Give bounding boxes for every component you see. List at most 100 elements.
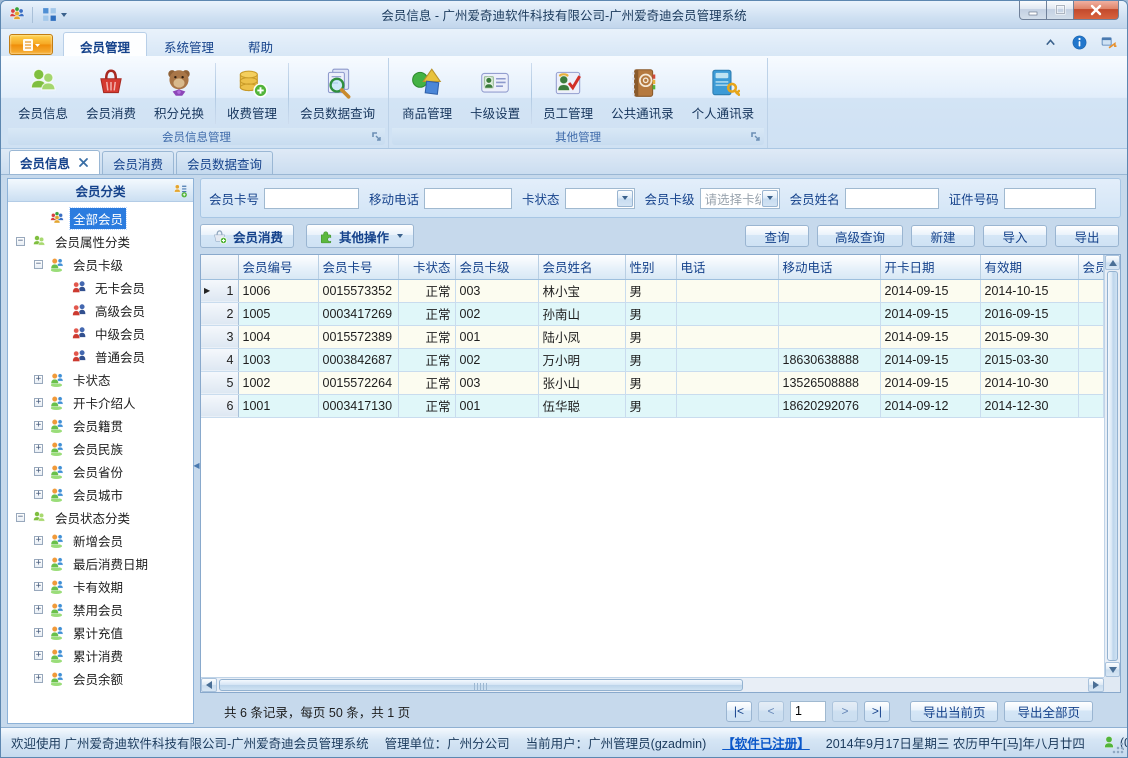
export-all-pages-button[interactable]: 导出全部页 [1004, 700, 1093, 722]
grid-cell[interactable] [778, 279, 881, 303]
coins-button[interactable]: 收费管理 [218, 60, 286, 127]
horizontal-scrollbar[interactable] [201, 677, 1104, 692]
menu-tab-help[interactable]: 帮助 [231, 32, 290, 56]
minimize-button[interactable] [1019, 1, 1047, 20]
tree-expander-icon[interactable]: + [34, 651, 43, 660]
tree-expander-icon[interactable]: − [34, 260, 43, 269]
tree-item-8[interactable]: + 开卡介绍人 [8, 391, 193, 414]
grid-cell[interactable]: 001 [455, 394, 539, 418]
grid-cell[interactable]: 陆小凤 [538, 325, 626, 349]
grid-cell[interactable]: 001 [455, 325, 539, 349]
close-button[interactable] [1074, 1, 1119, 20]
tree-expander-icon[interactable]: + [34, 375, 43, 384]
tree-expander-icon[interactable]: + [34, 559, 43, 568]
goods-button[interactable]: 商品管理 [393, 60, 461, 127]
scroll-right-arrow[interactable] [1088, 678, 1104, 692]
grid-cell[interactable]: 男 [625, 348, 677, 372]
grid-cell[interactable]: 1005 [238, 302, 319, 326]
doc-tab-2[interactable]: 会员数据查询 [176, 151, 274, 174]
grid-cell[interactable]: 男 [625, 279, 677, 303]
tree-expander-icon[interactable]: + [34, 628, 43, 637]
next-page-button[interactable]: > [831, 700, 858, 722]
grid-cell[interactable] [778, 325, 881, 349]
tree-item-10[interactable]: + 会员民族 [8, 437, 193, 460]
table-row[interactable]: 2 1005 0003417269 正常 002 孙南山男 2014-09-15 2016-0… [201, 302, 1104, 326]
tree-expander-icon[interactable]: + [34, 398, 43, 407]
grid-cell[interactable]: 正常 [398, 371, 456, 395]
grid-cell[interactable] [676, 348, 779, 372]
grid-cell[interactable]: 2014-09-15 [880, 302, 981, 326]
last-page-button[interactable]: >| [863, 700, 890, 722]
grid-cell[interactable] [676, 325, 779, 349]
grid-cell[interactable] [676, 279, 779, 303]
tree-expander-icon[interactable]: + [34, 536, 43, 545]
grid-cell[interactable]: 伍华聪 [538, 394, 626, 418]
menu-tab-system-mgmt[interactable]: 系统管理 [147, 32, 231, 56]
info-icon[interactable] [1071, 34, 1088, 51]
grid-cell[interactable]: 18620292076 [778, 394, 881, 418]
grid-cell[interactable]: 正常 [398, 394, 456, 418]
grid-cell[interactable]: 1002 [238, 371, 319, 395]
tree-item-16[interactable]: + 卡有效期 [8, 575, 193, 598]
grid-cell[interactable]: 18630638888 [778, 348, 881, 372]
row-header-cell[interactable]: 6 [201, 394, 239, 418]
member-name-input[interactable] [844, 187, 939, 209]
doc-tab-0[interactable]: 会员信息 [9, 150, 101, 174]
grid-cell[interactable]: 003 [455, 371, 539, 395]
collapse-ribbon-icon[interactable] [1042, 34, 1059, 51]
first-page-button[interactable]: |< [725, 700, 752, 722]
grid-cell[interactable]: 男 [625, 302, 677, 326]
grid-cell[interactable]: 13526508888 [778, 371, 881, 395]
registration-status-link[interactable]: 【软件已注册】 [722, 733, 810, 752]
grid-cell[interactable]: 2014-09-12 [880, 394, 981, 418]
column-header-0[interactable]: 会员编号 [238, 255, 319, 280]
row-header-cell[interactable]: 5 [201, 371, 239, 395]
grid-cell[interactable] [1078, 394, 1104, 418]
tree-item-5[interactable]: 中级会员 [8, 322, 193, 345]
close-tab-icon[interactable] [78, 157, 89, 168]
tree-item-17[interactable]: + 禁用会员 [8, 598, 193, 621]
basket-button[interactable]: 会员消费 [77, 60, 145, 127]
row-header-cell[interactable]: 3 [201, 325, 239, 349]
chevron-down-icon[interactable] [616, 189, 633, 207]
row-header-cell[interactable]: 4 [201, 348, 239, 372]
grid-cell[interactable]: 张小山 [538, 371, 626, 395]
table-row[interactable]: 5 1002 0015572264 正常 003 张小山男 13526508888 2014-… [201, 371, 1104, 395]
grid-cell[interactable]: 0003417269 [318, 302, 399, 326]
scroll-up-arrow[interactable] [1105, 255, 1120, 270]
grid-cell[interactable]: 2014-09-15 [880, 348, 981, 372]
grid-cell[interactable]: 男 [625, 394, 677, 418]
card-level-button[interactable]: 卡级设置 [461, 60, 529, 127]
grid-cell[interactable]: 0003842687 [318, 348, 399, 372]
teddy-button[interactable]: 积分兑换 [145, 60, 213, 127]
column-header-2[interactable]: 卡状态 [398, 255, 456, 280]
table-row[interactable]: 4 1003 0003842687 正常 002 万小明男 18630638888 2014-… [201, 348, 1104, 372]
grid-cell[interactable]: 0015572264 [318, 371, 399, 395]
grid-cell[interactable] [778, 302, 881, 326]
member-data-search-button[interactable]: 会员数据查询 [291, 60, 384, 127]
id-number-input[interactable] [1003, 187, 1096, 209]
staff-button[interactable]: 员工管理 [534, 60, 602, 127]
grid-cell[interactable]: 0015572389 [318, 325, 399, 349]
mobile-phone-input[interactable] [424, 187, 513, 209]
tree-item-4[interactable]: 高级会员 [8, 299, 193, 322]
grid-cell[interactable]: 2014-10-15 [980, 279, 1079, 303]
export-current-page-button[interactable]: 导出当前页 [909, 700, 999, 722]
application-menu-button[interactable] [9, 34, 53, 55]
new-button[interactable]: 新建 [911, 225, 975, 247]
public-contacts-button[interactable]: 公共通讯录 [602, 60, 683, 127]
tree-item-19[interactable]: + 累计消费 [8, 644, 193, 667]
tree-item-13[interactable]: − 会员状态分类 [8, 506, 193, 529]
tree-item-1[interactable]: − 会员属性分类 [8, 230, 193, 253]
tree-item-11[interactable]: + 会员省份 [8, 460, 193, 483]
grid-cell[interactable]: 0015573352 [318, 279, 399, 303]
tree-expander-icon[interactable]: + [34, 674, 43, 683]
member-card-level-select[interactable]: 请选择卡级 [699, 187, 780, 209]
grid-cell[interactable] [676, 371, 779, 395]
grid-cell[interactable]: 2014-09-15 [880, 279, 981, 303]
tree-item-14[interactable]: + 新增会员 [8, 529, 193, 552]
grid-cell[interactable]: 孙南山 [538, 302, 626, 326]
grid-cell[interactable] [1078, 325, 1104, 349]
grid-cell[interactable] [676, 394, 779, 418]
scroll-down-arrow[interactable] [1105, 662, 1120, 677]
